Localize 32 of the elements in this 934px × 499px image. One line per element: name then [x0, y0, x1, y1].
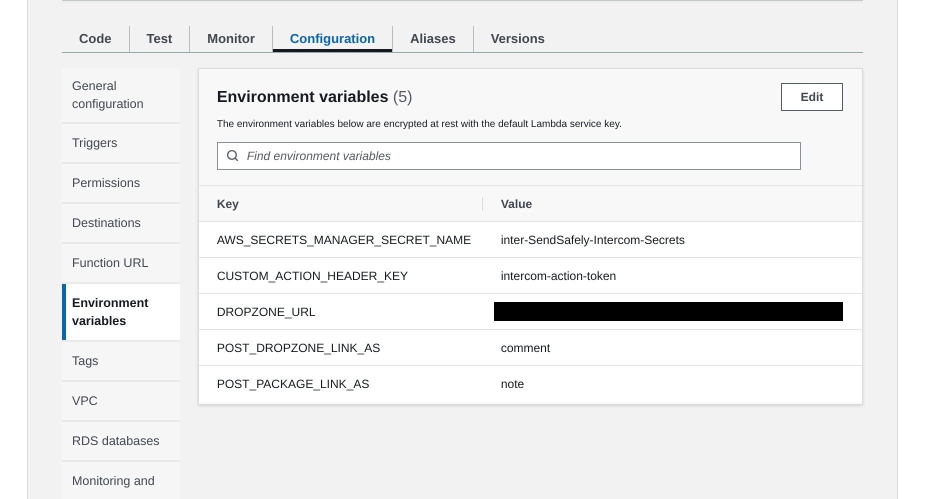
table-cell-text: note	[500, 377, 524, 391]
sidebar-item[interactable]: Function URL	[62, 244, 180, 282]
tab[interactable]: Monitor	[190, 26, 272, 52]
table-cell: POST_PACKAGE_LINK_AS	[216, 377, 370, 391]
search-icon	[226, 149, 239, 162]
table-cell-text: intercom-action-token	[500, 268, 616, 282]
sidebar-item[interactable]: RDS databases	[62, 422, 180, 460]
search-field[interactable]: Find environment variables	[216, 142, 801, 170]
sidebar-item[interactable]: Monitoring and	[62, 462, 180, 499]
edit-button[interactable]: Edit	[781, 83, 843, 111]
table-cell: DROPZONE_URL	[216, 304, 316, 318]
sidebar-item[interactable]: Tags	[62, 342, 180, 380]
table-cell-text: inter-SendSafely-Intercom-Secrets	[500, 232, 685, 246]
tab[interactable]: Code	[62, 26, 128, 52]
tab[interactable]: Configuration	[272, 26, 392, 52]
sidebar-item[interactable]: Destinations	[62, 204, 180, 242]
sidebar-item[interactable]: Permissions	[62, 164, 180, 202]
column-header: Value	[500, 196, 532, 212]
column-header: Key	[216, 196, 239, 212]
panel-description: The environment variables below are encrypted at rest with the default Lambda service key.	[216, 118, 622, 132]
tab[interactable]: Versions	[474, 26, 562, 52]
sidebar-item[interactable]: Environment variables	[62, 284, 180, 340]
tab[interactable]: Aliases	[393, 26, 473, 52]
tab[interactable]: Test	[130, 26, 190, 52]
table-cell-text: comment	[500, 340, 550, 354]
sidebar-item[interactable]: Triggers	[62, 124, 180, 162]
table-cell: POST_DROPZONE_LINK_AS	[216, 340, 380, 354]
sidebar-item[interactable]: General configuration	[62, 68, 180, 122]
table-cell: CUSTOM_ACTION_HEADER_KEY	[216, 268, 408, 282]
panel-title: Environment variables (5)	[216, 88, 414, 108]
sidebar-item[interactable]: VPC	[62, 382, 180, 420]
table-cell: AWS_SECRETS_MANAGER_SECRET_NAME	[216, 232, 472, 246]
